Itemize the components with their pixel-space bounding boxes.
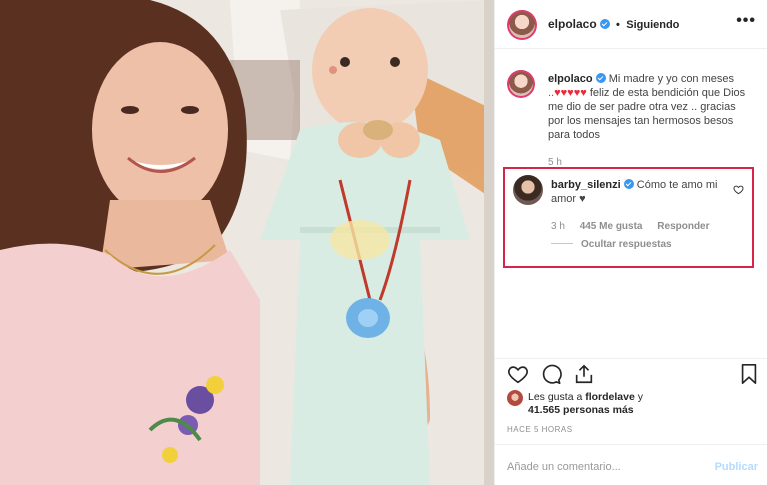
comment-like-heart-icon[interactable] [733,184,744,195]
comment-item: barby_silenzi Cómo te amo mi amor ♥ 3 h … [505,169,752,266]
verified-badge-icon [595,73,606,83]
add-comment-bar: Añade un comentario... Publicar [495,444,767,485]
commenter-avatar[interactable] [513,175,543,205]
verified-badge-icon [623,179,634,189]
highlighted-comment: barby_silenzi Cómo te amo mi amor ♥ 3 h … [503,167,754,268]
comment-meta: 3 h 445 Me gusta Responder [551,221,722,232]
likes-count[interactable]: 41.565 personas más [528,404,634,416]
liker-username[interactable]: flordelave [585,391,635,403]
comment-icon[interactable] [540,363,562,385]
likes-connector: y [634,391,643,403]
share-icon[interactable] [573,363,595,385]
likes-text: Les gusta a flordelave y 41.565 personas… [528,391,643,417]
comment-time[interactable]: 3 h [551,221,565,232]
hide-replies-button[interactable]: Ocultar respuestas [551,239,672,250]
header-user-line: elpolaco • Siguiendo [548,17,679,31]
author-username[interactable]: elpolaco [548,17,597,31]
caption-line1: Mi madre y yo con meses [608,73,735,85]
caption-text: elpolaco Mi madre y yo con meses ..♥♥♥♥♥… [548,72,753,142]
likes-prefix: Les gusta a [528,391,586,403]
reply-button[interactable]: Responder [657,221,709,232]
caption-hearts: ..♥♥♥♥♥ [548,87,587,99]
bookmark-icon[interactable] [739,363,759,385]
commenter-username[interactable]: barby_silenzi [551,179,621,191]
following-button[interactable]: Siguiendo [626,19,679,31]
liker-avatar[interactable] [507,390,523,406]
header-separator: • [616,19,620,31]
posted-time: HACE 5 HORAS [507,425,573,434]
verified-badge-icon [599,19,610,29]
photo-illustration [0,0,494,485]
caption-avatar[interactable] [507,70,535,98]
post-photo[interactable] [0,0,494,485]
publish-button[interactable]: Publicar [715,461,758,473]
more-options-icon[interactable]: ••• [736,12,756,30]
action-bar [495,358,767,388]
comment-likes[interactable]: 445 Me gusta [580,221,643,232]
caption-username[interactable]: elpolaco [548,73,593,85]
post-header: elpolaco • Siguiendo ••• [495,0,767,49]
author-avatar[interactable] [507,10,537,40]
comment-input[interactable]: Añade un comentario... [507,461,621,473]
comment-text: barby_silenzi Cómo te amo mi amor ♥ [551,178,731,206]
heart-icon[interactable] [507,363,529,385]
